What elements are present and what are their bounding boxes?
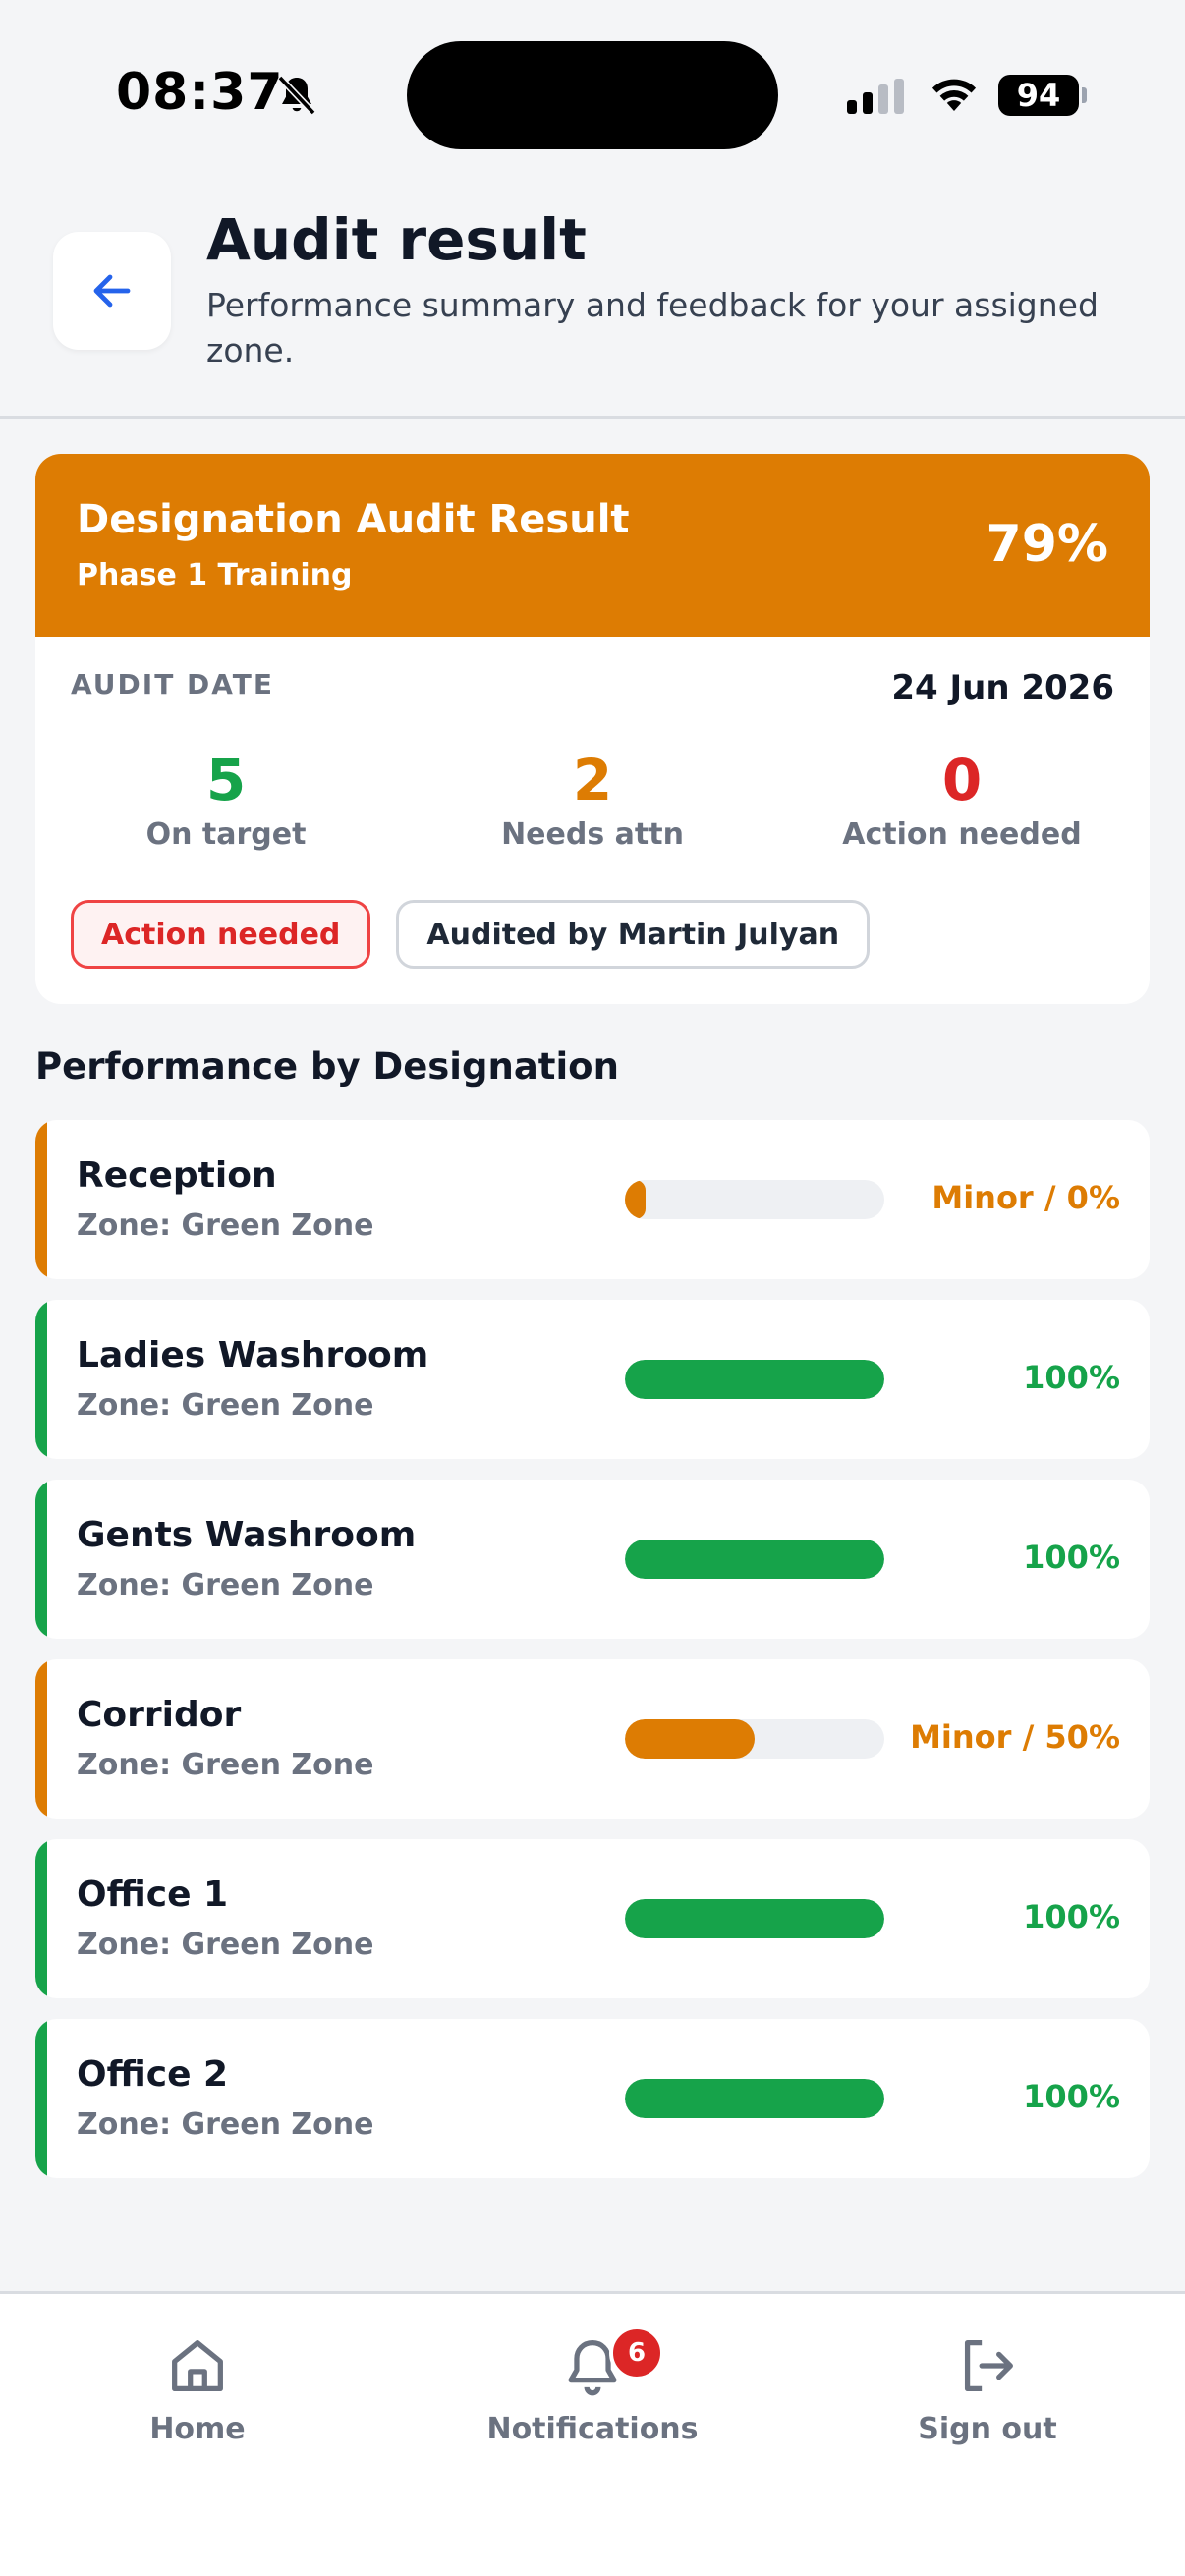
status-time: 08:37: [116, 63, 284, 122]
designation-list: Reception Zone: Green Zone Minor / 0% La…: [35, 1120, 1150, 2199]
designation-zone: Zone: Green Zone: [77, 1208, 374, 1243]
designation-status: 100%: [1023, 1898, 1120, 1935]
progress-fill: [625, 2079, 884, 2118]
arrow-left-icon: [93, 274, 131, 308]
audit-result-screen: 08:37 94 Audit result Performance summar…: [0, 0, 1185, 2576]
nav-notifications[interactable]: 6 Notifications: [395, 2325, 790, 2446]
audit-banner: Designation Audit Result Phase 1 Trainin…: [35, 454, 1150, 637]
notification-count-badge: 6: [609, 2325, 664, 2380]
back-button[interactable]: [53, 232, 171, 350]
stat-value: 2: [572, 747, 613, 813]
nav-home[interactable]: Home: [0, 2331, 395, 2446]
nav-sign-out[interactable]: Sign out: [790, 2331, 1185, 2446]
progress-fill: [625, 1719, 755, 1759]
audit-date-value: 24 Jun 2026: [891, 668, 1114, 707]
audit-summary-card: Designation Audit Result Phase 1 Trainin…: [35, 454, 1150, 1004]
designation-zone: Zone: Green Zone: [77, 2107, 374, 2142]
progress-fill: [625, 1540, 884, 1579]
progress-bar: [625, 1540, 884, 1579]
row-accent: [35, 1300, 47, 1459]
stat-label: Needs attn: [501, 817, 684, 852]
stat-needs-attention: 2 Needs attn: [425, 749, 760, 852]
nav-home-label: Home: [149, 2412, 246, 2446]
bell-off-icon: [277, 75, 316, 116]
bottom-nav: Home 6 Notifications Sign out: [0, 2291, 1185, 2576]
battery-indicator: 94: [998, 75, 1087, 116]
designation-row-office-1[interactable]: Office 1 Zone: Green Zone 100%: [35, 1839, 1150, 1998]
progress-bar: [625, 2079, 884, 2118]
status-bar: 08:37 94: [0, 0, 1185, 187]
designation-name: Office 2: [77, 2054, 229, 2095]
page-title: Audit result: [206, 206, 587, 273]
cellular-signal-icon: [847, 79, 904, 114]
dynamic-island: [407, 41, 778, 149]
status-badge: Action needed: [71, 900, 371, 969]
progress-bar: [625, 1719, 884, 1759]
section-title: Performance by Designation: [35, 1045, 619, 1088]
row-accent: [35, 1480, 47, 1639]
wifi-icon: [931, 79, 977, 111]
progress-bar: [625, 1180, 884, 1219]
page-subtitle: Performance summary and feedback for you…: [206, 286, 1099, 369]
designation-status: 100%: [1023, 2078, 1120, 2115]
progress-bar: [625, 1360, 884, 1399]
stat-label: Action needed: [842, 817, 1082, 852]
audit-score: 79%: [986, 515, 1108, 574]
progress-fill: [625, 1899, 884, 1938]
designation-row-corridor[interactable]: Corridor Zone: Green Zone Minor / 50%: [35, 1659, 1150, 1819]
designation-name: Ladies Washroom: [77, 1335, 429, 1375]
audit-title: Designation Audit Result: [77, 497, 630, 542]
row-accent: [35, 1659, 47, 1819]
nav-sign-out-label: Sign out: [918, 2412, 1057, 2446]
audit-chips: Action needed Audited by Martin Julyan: [71, 900, 871, 969]
designation-row-ladies-washroom[interactable]: Ladies Washroom Zone: Green Zone 100%: [35, 1300, 1150, 1459]
home-icon: [172, 2340, 223, 2391]
progress-fill: [625, 1360, 884, 1399]
designation-name: Office 1: [77, 1875, 229, 1915]
stat-label: On target: [145, 817, 307, 852]
stat-action-needed: 0 Action needed: [795, 749, 1129, 852]
designation-row-reception[interactable]: Reception Zone: Green Zone Minor / 0%: [35, 1120, 1150, 1279]
designation-zone: Zone: Green Zone: [77, 1928, 374, 1962]
stat-value: 5: [205, 747, 247, 813]
designation-zone: Zone: Green Zone: [77, 1568, 374, 1602]
designation-status: 100%: [1023, 1539, 1120, 1576]
row-accent: [35, 2019, 47, 2178]
designation-zone: Zone: Green Zone: [77, 1388, 374, 1423]
designation-row-office-2[interactable]: Office 2 Zone: Green Zone 100%: [35, 2019, 1150, 2178]
designation-name: Corridor: [77, 1695, 242, 1735]
page-header: Audit result Performance summary and fee…: [0, 187, 1185, 419]
designation-status: 100%: [1023, 1359, 1120, 1396]
sign-out-icon: [964, 2340, 1013, 2391]
progress-fill: [625, 1180, 647, 1219]
designation-zone: Zone: Green Zone: [77, 1748, 374, 1782]
nav-notifications-label: Notifications: [486, 2412, 699, 2446]
designation-name: Reception: [77, 1155, 277, 1196]
row-accent: [35, 1120, 47, 1279]
auditor-badge: Audited by Martin Julyan: [396, 900, 871, 969]
audit-phase: Phase 1 Training: [77, 558, 353, 592]
designation-name: Gents Washroom: [77, 1515, 417, 1555]
progress-bar: [625, 1899, 884, 1938]
stat-on-target: 5 On target: [59, 749, 393, 852]
designation-status: Minor / 50%: [910, 1718, 1120, 1756]
designation-status: Minor / 0%: [931, 1179, 1120, 1216]
stat-value: 0: [941, 747, 983, 813]
audit-date-label: AUDIT DATE: [71, 668, 275, 700]
designation-row-gents-washroom[interactable]: Gents Washroom Zone: Green Zone 100%: [35, 1480, 1150, 1639]
row-accent: [35, 1839, 47, 1998]
